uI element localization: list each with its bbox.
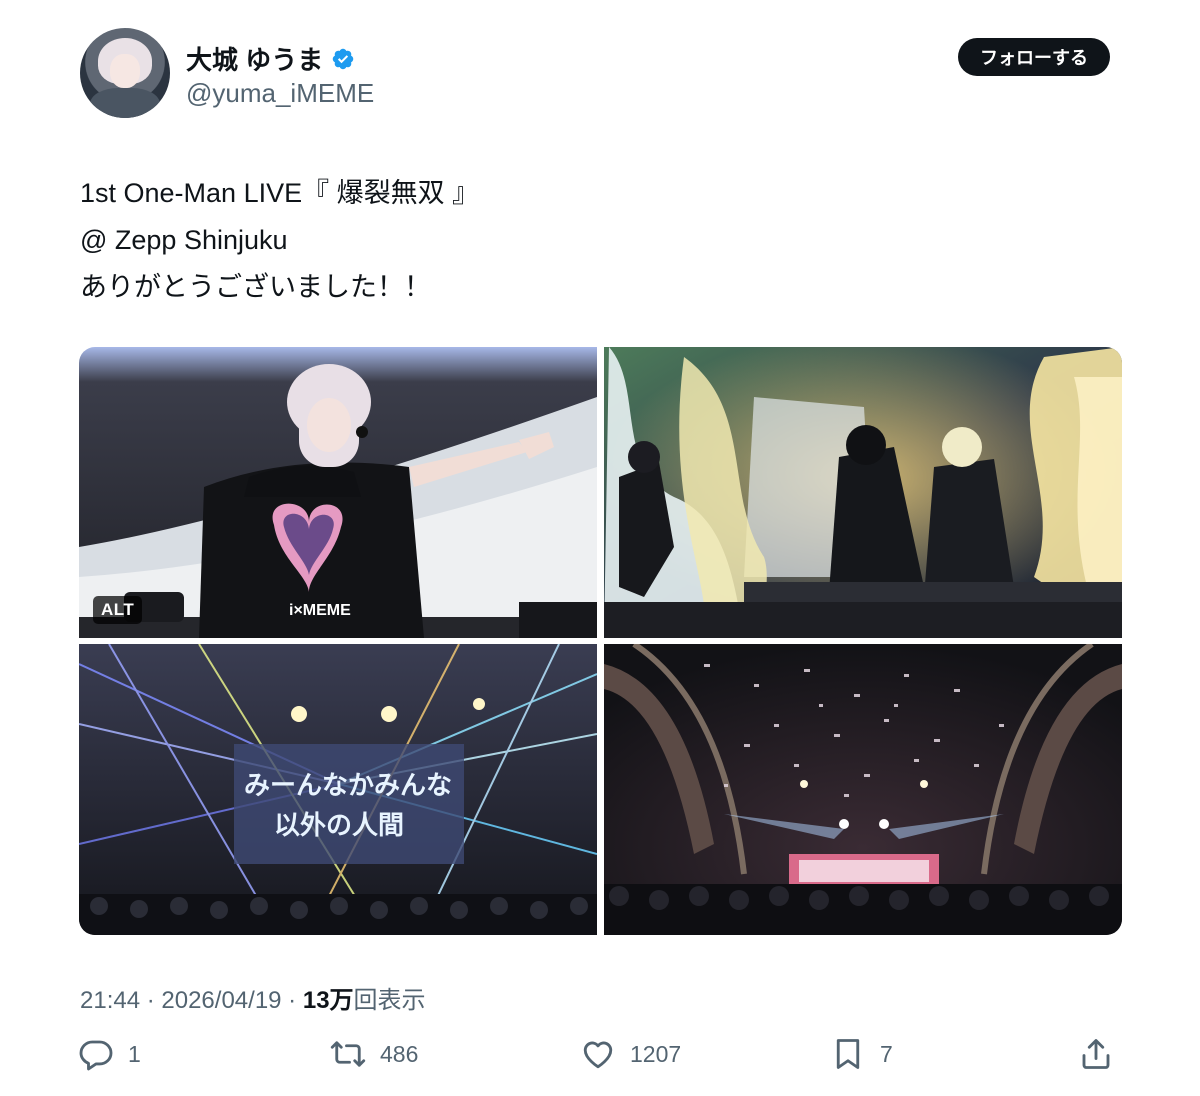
like-count: 1207 <box>630 1040 682 1067</box>
handle[interactable]: @yuma_iMEME <box>186 78 374 109</box>
stage-screen-text: 以外の人間 <box>274 811 404 841</box>
retweet-icon <box>330 1041 366 1067</box>
media-grid: i×MEME ALT みーんなかみんな 以外の人間 <box>79 347 1122 935</box>
views-label: 回表示 <box>353 987 426 1014</box>
stage-screen-text: みーんなかみんな <box>244 771 452 801</box>
meta-separator: · <box>281 987 303 1014</box>
views-count: 13万 <box>302 987 354 1014</box>
tweet-time[interactable]: 21:44 <box>80 987 140 1014</box>
reply-count: 1 <box>128 1040 141 1067</box>
bookmark-button[interactable]: 7 <box>830 1036 893 1072</box>
share-icon <box>1082 1039 1110 1069</box>
retweet-count: 486 <box>380 1040 419 1067</box>
tweet-header: 大城 ゆうま @yuma_iMEME フォローする <box>80 28 1110 120</box>
display-name[interactable]: 大城 ゆうま <box>186 40 323 77</box>
live-photo-stage-smoke[interactable] <box>604 347 1122 638</box>
reply-icon <box>79 1040 113 1071</box>
verified-badge-icon <box>332 48 354 69</box>
tweet-text: 1st One-Man LIVE『 爆裂無双 』 @ Zepp Shinjuku… <box>80 170 479 311</box>
tweet-line: 1st One-Man LIVE『 爆裂無双 』 <box>80 178 480 208</box>
action-bar: 1 486 1207 7 <box>78 1036 1118 1084</box>
bookmark-icon <box>836 1039 860 1069</box>
bookmark-count: 7 <box>880 1040 893 1067</box>
avatar[interactable] <box>80 28 170 118</box>
live-photo-lasers[interactable]: みーんなかみんな 以外の人間 <box>79 644 597 935</box>
share-button[interactable] <box>1078 1036 1114 1072</box>
live-photo-singer[interactable]: i×MEME ALT <box>79 347 597 638</box>
like-button[interactable]: 1207 <box>580 1036 681 1072</box>
name-row: 大城 ゆうま <box>186 40 355 77</box>
like-icon <box>583 1041 613 1069</box>
shirt-text: i×MEME <box>289 602 351 619</box>
tweet-date[interactable]: 2026/04/19 <box>161 987 281 1014</box>
tweet-meta: 21:44 · 2026/04/19 · 13万回表示 <box>80 980 426 1015</box>
alt-badge[interactable]: ALT <box>93 596 143 624</box>
tweet-line: ありがとうございました！！ <box>80 272 431 302</box>
live-photo-confetti[interactable] <box>604 644 1122 935</box>
reply-button[interactable]: 1 <box>78 1036 141 1072</box>
follow-button[interactable]: フォローする <box>958 38 1110 76</box>
meta-separator: · <box>140 987 162 1014</box>
retweet-button[interactable]: 486 <box>330 1036 418 1072</box>
tweet-line: @ Zepp Shinjuku <box>80 225 288 255</box>
